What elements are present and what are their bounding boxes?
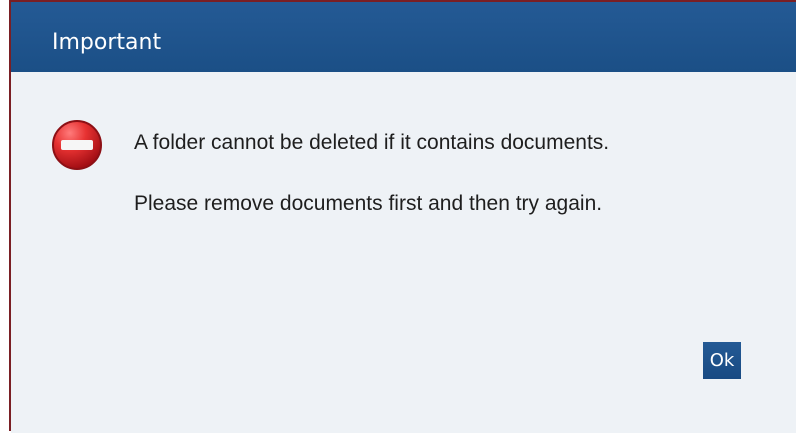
ok-button[interactable]: Ok — [703, 342, 741, 379]
dialog-content: A folder cannot be deleted if it contain… — [11, 72, 796, 433]
dialog-title: Important — [52, 30, 162, 55]
important-dialog: Important A folder cannot be deleted if … — [9, 0, 796, 433]
error-message-line-2: Please remove documents first and then t… — [134, 192, 603, 215]
error-message-line-1: A folder cannot be deleted if it contain… — [134, 131, 610, 154]
dialog-titlebar: Important — [11, 2, 796, 72]
error-stop-icon — [52, 120, 102, 170]
